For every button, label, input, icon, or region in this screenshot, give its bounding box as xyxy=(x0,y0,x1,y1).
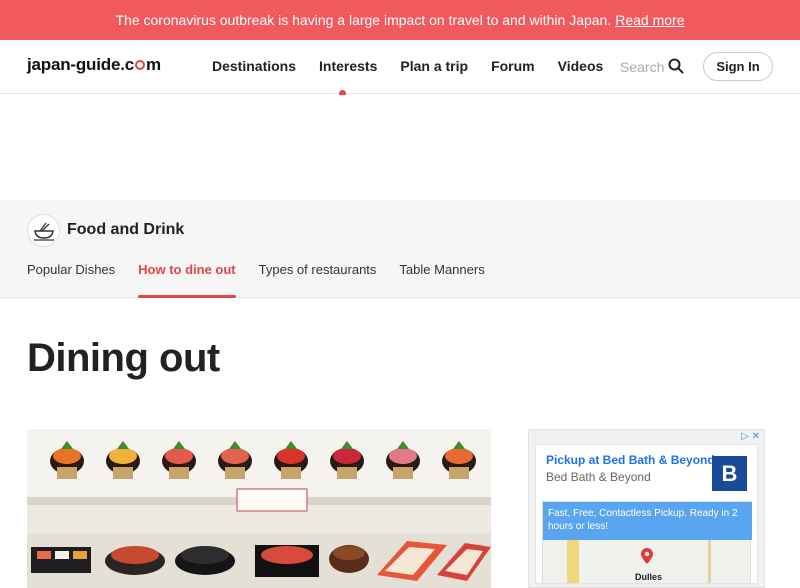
ad-card[interactable]: Pickup at Bed Bath & Beyond Bed Bath & B… xyxy=(535,444,758,584)
ad-choices-icon[interactable]: ▷ ✕ xyxy=(741,431,760,442)
map-pin-icon xyxy=(641,548,653,569)
lower-dishes xyxy=(27,534,491,588)
tab-popular-dishes[interactable]: Popular Dishes xyxy=(27,262,115,298)
logo-text-left: japan-guide.c xyxy=(27,55,134,74)
nav-destinations[interactable]: Destinations xyxy=(212,58,296,74)
map-road xyxy=(708,540,711,583)
alert-text: The coronavirus outbreak is having a lar… xyxy=(115,12,612,28)
logo-text-right: m xyxy=(145,55,161,74)
nav-videos[interactable]: Videos xyxy=(558,58,604,74)
search-icon[interactable] xyxy=(668,58,684,74)
tab-how-to-dine-out[interactable]: How to dine out xyxy=(138,262,237,298)
section-header: Food and Drink Popular Dishes How to din… xyxy=(0,200,800,298)
advertisement[interactable]: ▷ ✕ Pickup at Bed Bath & Beyond Bed Bath… xyxy=(528,429,765,588)
map-road xyxy=(567,540,579,583)
food-display-photo xyxy=(27,429,491,588)
ad-headline[interactable]: Pickup at Bed Bath & Beyond xyxy=(546,453,715,467)
read-more-link[interactable]: Read more xyxy=(615,12,684,28)
section-title[interactable]: Food and Drink xyxy=(67,221,184,239)
tab-types-of-restaurants[interactable]: Types of restaurants xyxy=(259,262,377,298)
tab-table-manners[interactable]: Table Manners xyxy=(399,262,484,298)
map-place-label: Dulles xyxy=(635,572,663,582)
sub-nav: Popular Dishes How to dine out Types of … xyxy=(27,262,508,298)
nav-forum[interactable]: Forum xyxy=(491,58,535,74)
ad-space xyxy=(0,95,800,200)
ad-map[interactable]: Fast, Free, Contactless Pickup. Ready in… xyxy=(542,501,752,583)
site-header: japan-guide.c m Destinations Interests Pl… xyxy=(0,40,800,97)
main-nav: Destinations Interests Plan a trip Forum… xyxy=(212,58,626,74)
food-bowl-icon xyxy=(27,214,60,247)
logo-dot xyxy=(134,60,145,70)
ad-advertiser: Bed Bath & Beyond xyxy=(546,470,651,484)
ad-bubble-text: Fast, Free, Contactless Pickup. Ready in… xyxy=(543,502,752,540)
search-input[interactable]: Search xyxy=(620,59,664,75)
sign-in-button[interactable]: Sign In xyxy=(703,52,773,81)
nav-interests[interactable]: Interests xyxy=(319,58,377,74)
ad-brand-logo: B xyxy=(712,456,747,491)
site-logo[interactable]: japan-guide.c m xyxy=(27,55,161,75)
page-title: Dining out xyxy=(27,336,220,380)
nav-plan-a-trip[interactable]: Plan a trip xyxy=(400,58,468,74)
alert-banner: The coronavirus outbreak is having a lar… xyxy=(0,0,800,40)
